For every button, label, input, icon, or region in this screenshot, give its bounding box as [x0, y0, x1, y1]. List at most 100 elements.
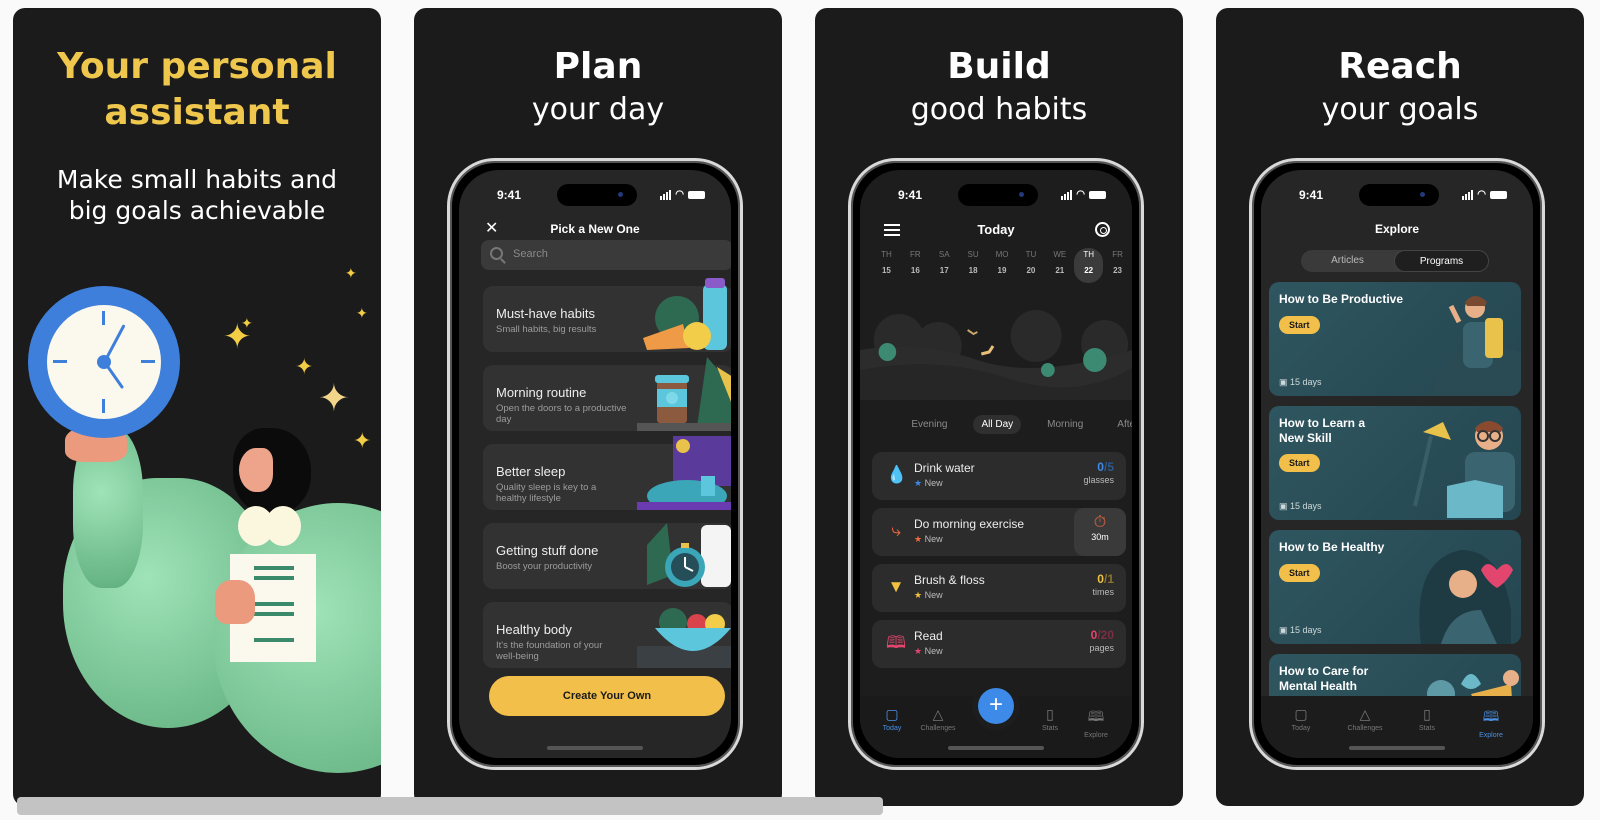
dynamic-island [958, 184, 1038, 206]
add-habit-button[interactable]: + [978, 688, 1014, 724]
sparkle-icon: ✦ [345, 265, 357, 281]
man-reading-illustration [1413, 421, 1515, 518]
tab-explore[interactable]: 🕮 Explore [1068, 706, 1124, 739]
home-indicator [948, 746, 1044, 750]
category-card-morning-routine[interactable]: Morning routine Open the doors to a prod… [483, 357, 731, 431]
day-sa-17[interactable]: SA 17 [930, 250, 959, 283]
habit-read[interactable]: 🕮 Read ★ New 0/20 pages [872, 620, 1126, 668]
calendar-icon: ▣ [1279, 625, 1288, 635]
habit-status: New [924, 534, 943, 544]
sparkle-icon: ✦ [295, 354, 314, 379]
tab-challenges[interactable]: △ Challenges [910, 706, 966, 732]
wifi-icon: ◠ [1477, 189, 1486, 200]
tab-afternoon[interactable]: Afternoon [1109, 415, 1132, 434]
category-card-getting-stuff-done[interactable]: Getting stuff done Boost your productivi… [483, 523, 731, 589]
habit-progress: 0/5 glasses [1083, 460, 1114, 485]
headline-line-1: Your personal [57, 46, 337, 87]
habit-name: Drink water [914, 461, 975, 475]
day-fr-16[interactable]: FR 16 [901, 250, 930, 283]
panel-personal-assistant: Your personal assistant Make small habit… [13, 8, 381, 806]
explore-screen: 9:41 ◠ Explore Articles Programs How to … [1261, 170, 1533, 758]
clock-icon [28, 286, 180, 438]
sparkle-icon: ✦ [318, 378, 350, 420]
program-duration: ▣ 15 days [1279, 625, 1322, 635]
habit-morning-exercise[interactable]: ⤷ Do morning exercise ★ New ⏱ 30m [872, 508, 1126, 556]
program-card-productive[interactable]: How to Be Productive Start ▣ 15 days [1269, 282, 1521, 396]
create-your-own-button[interactable]: Create Your Own [489, 676, 725, 716]
headline-line-2: assistant [104, 92, 290, 133]
search-placeholder: Search [513, 248, 548, 260]
battery-icon [1490, 190, 1507, 199]
headline: Reach your goals [1216, 44, 1584, 130]
phone-frame: 9:41 ◠ Today TH 15 FR 16 SA 17 SU 18 MO 19 TU… [848, 158, 1144, 770]
calendar-icon: ▣ [1279, 377, 1288, 387]
program-title: How to Be Healthy [1279, 540, 1385, 554]
search-input[interactable]: Search [481, 240, 731, 270]
today-icon: ▢ [1294, 706, 1308, 722]
pick-habit-screen: 9:41 ◠ ✕ Pick a New One Search Must-have… [459, 170, 731, 758]
program-card-healthy[interactable]: How to Be Healthy Start ▣ 15 days [1269, 530, 1521, 644]
program-card-learn-skill[interactable]: How to Learn a New Skill Start ▣ 15 days [1269, 406, 1521, 520]
category-card-must-have[interactable]: Must-have habits Small habits, big resul… [483, 278, 731, 352]
search-icon [490, 247, 503, 260]
tab-today[interactable]: ▢ Today [1273, 706, 1329, 732]
calendar-icon: ▣ [1279, 501, 1288, 511]
day-fr-23[interactable]: FR 23 [1103, 250, 1132, 283]
challenges-icon: △ [932, 706, 944, 722]
day-we-21[interactable]: WE 21 [1045, 250, 1074, 283]
headline: Your personal assistant [13, 44, 381, 136]
habit-status: New [924, 590, 943, 600]
status-time: 9:41 [497, 188, 522, 202]
segment-articles[interactable]: Articles [1301, 250, 1394, 272]
headline-line-1: Build [947, 46, 1051, 87]
panel-build-good-habits: Build good habits 9:41 ◠ Today TH 15 FR 16… [815, 8, 1183, 806]
start-button[interactable]: Start [1279, 316, 1320, 334]
category-title: Getting stuff done [496, 543, 599, 558]
wifi-icon: ◠ [1076, 189, 1085, 200]
habit-status: New [924, 646, 943, 656]
stats-icon: ▯ [1423, 706, 1431, 722]
start-button[interactable]: Start [1279, 564, 1320, 582]
screen-title: Pick a New One [550, 222, 640, 236]
tab-challenges[interactable]: △ Challenges [1337, 706, 1393, 732]
segment-programs[interactable]: Programs [1394, 250, 1489, 272]
headline-line-2: your goals [1321, 92, 1479, 127]
phone-frame: 9:41 ◠ Explore Articles Programs How to … [1249, 158, 1545, 770]
horizontal-scrollbar[interactable] [17, 797, 883, 815]
tooth-icon: ▼ [887, 577, 905, 596]
day-su-18[interactable]: SU 18 [959, 250, 988, 283]
day-th-15[interactable]: TH 15 [872, 250, 901, 283]
sparkle-icon: ✦ [353, 428, 372, 453]
category-card-healthy-body[interactable]: Healthy body It's the foundation of your… [483, 602, 731, 668]
subtitle-line-1: Make small habits and [56, 165, 338, 194]
day-tu-20[interactable]: TU 20 [1016, 250, 1045, 283]
habit-brush-floss[interactable]: ▼ Brush & floss ★ New 0/1 times [872, 564, 1126, 612]
woman-with-heart-illustration [1419, 550, 1513, 644]
status-bar: 9:41 ◠ [1261, 184, 1533, 206]
start-button[interactable]: Start [1279, 454, 1320, 472]
sparkle-icon: ✦ [241, 315, 253, 331]
program-duration: ▣ 15 days [1279, 501, 1322, 511]
headline: Build good habits [815, 44, 1183, 130]
status-time: 9:41 [1299, 188, 1324, 202]
home-indicator [1349, 746, 1445, 750]
tab-all-day[interactable]: All Day [973, 415, 1022, 434]
tab-stats[interactable]: ▯ Stats [1399, 706, 1455, 732]
day-mo-19[interactable]: MO 19 [988, 250, 1017, 283]
tab-morning[interactable]: Morning [1039, 415, 1091, 434]
explore-icon: 🕮 [1482, 708, 1500, 724]
day-th-22-selected[interactable]: TH 22 [1074, 248, 1104, 283]
tab-explore[interactable]: 🕮 Explore [1463, 706, 1519, 739]
habit-timer-button[interactable]: ⏱ 30m [1074, 508, 1126, 556]
subtitle: Make small habits and big goals achievab… [13, 164, 381, 226]
category-card-better-sleep[interactable]: Better sleep Quality sleep is key to a h… [483, 436, 731, 510]
gear-icon[interactable] [1095, 222, 1110, 237]
bed-night-illustration [637, 436, 731, 510]
category-title: Must-have habits [496, 306, 595, 321]
tab-evening[interactable]: Evening [903, 415, 955, 434]
status-bar: 9:41 ◠ [459, 184, 731, 206]
exercise-icon: ⤷ [891, 521, 901, 540]
headline-line-1: Reach [1338, 46, 1462, 87]
habit-drink-water[interactable]: 💧 Drink water ★ New 0/5 glasses [872, 452, 1126, 500]
category-title: Healthy body [496, 622, 572, 637]
